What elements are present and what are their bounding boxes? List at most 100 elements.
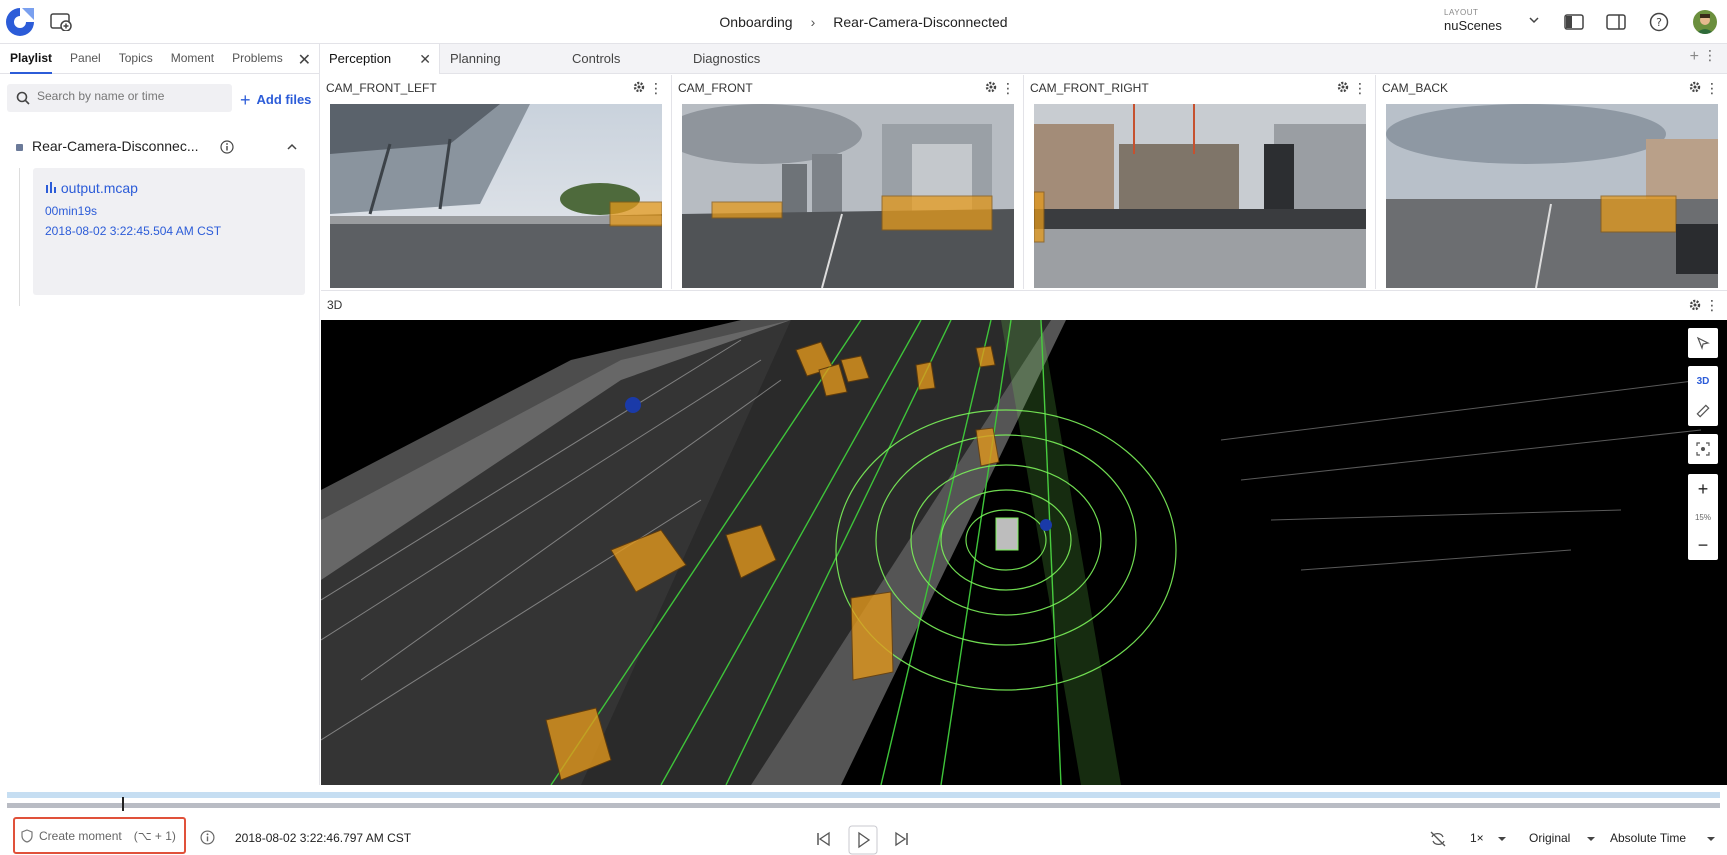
- time-format[interactable]: Absolute Time: [1610, 831, 1686, 845]
- render-mode[interactable]: Original: [1529, 831, 1570, 845]
- skip-back-icon[interactable]: [815, 831, 831, 847]
- chevron-up-icon[interactable]: [286, 142, 298, 152]
- source-color-icon: [16, 144, 23, 151]
- left-sidebar-toggle-icon[interactable]: [1563, 12, 1585, 32]
- camera-title: CAM_FRONT_RIGHT: [1030, 81, 1149, 95]
- panel-tabs-bar: Perception ✕ Planning Controls Diagnosti…: [321, 44, 1727, 74]
- tab-perception-label: Perception: [329, 51, 392, 66]
- camera-image: [330, 104, 662, 288]
- zoom-out-button[interactable]: −: [1688, 530, 1718, 560]
- view-controls: 3D: [1688, 366, 1718, 426]
- panel-header: CAM_FRONT ⋮: [673, 75, 1023, 103]
- info-icon[interactable]: [220, 140, 234, 154]
- playback-speed[interactable]: 1×: [1470, 831, 1484, 845]
- chevron-down-icon[interactable]: [1528, 14, 1540, 26]
- info-icon[interactable]: [200, 830, 215, 845]
- tab-topics[interactable]: Topics: [119, 44, 153, 74]
- chevron-down-icon[interactable]: [1586, 835, 1596, 843]
- svg-text:?: ?: [1656, 16, 1662, 29]
- zoom-in-button[interactable]: +: [1688, 474, 1718, 504]
- close-icon[interactable]: ✕: [298, 50, 311, 70]
- chevron-down-icon[interactable]: [1497, 835, 1507, 843]
- tree-line: [19, 168, 20, 306]
- more-vertical-icon[interactable]: ⋮: [649, 75, 663, 101]
- more-vertical-icon[interactable]: ⋮: [1353, 75, 1367, 101]
- top-bar: Onboarding › Rear-Camera-Disconnected LA…: [0, 0, 1727, 44]
- timeline-track[interactable]: [7, 792, 1720, 798]
- add-files-button[interactable]: + Add files: [240, 90, 311, 111]
- gear-icon[interactable]: [633, 81, 645, 93]
- playback-bar: Create moment (⌥ + 1) 2018-08-02 3:22:46…: [0, 785, 1727, 855]
- tab-moment[interactable]: Moment: [171, 44, 214, 74]
- more-vertical-icon[interactable]: ⋮: [1703, 47, 1717, 64]
- playhead[interactable]: [122, 797, 124, 811]
- tab-playlist[interactable]: Playlist: [10, 44, 53, 74]
- tab-panel[interactable]: Panel: [70, 44, 101, 74]
- gear-icon[interactable]: [985, 81, 997, 93]
- search-input[interactable]: [37, 89, 222, 103]
- skip-forward-icon[interactable]: [894, 831, 910, 847]
- panel-header: CAM_BACK ⋮: [1377, 75, 1727, 103]
- recenter-button[interactable]: [1688, 434, 1718, 464]
- panel-header: CAM_FRONT_RIGHT ⋮: [1025, 75, 1375, 103]
- source-row[interactable]: Rear-Camera-Disconnec...: [16, 138, 306, 160]
- camera-image: [682, 104, 1014, 288]
- zoom-controls: + 15% −: [1688, 474, 1718, 560]
- add-tab-icon[interactable]: +: [1690, 48, 1699, 66]
- panel-3d: 3D ⋮ 3D + 15% −: [321, 290, 1727, 785]
- panel-3d-title: 3D: [327, 298, 343, 312]
- search-icon: [16, 91, 30, 105]
- file-timestamp[interactable]: 2018-08-02 3:22:45.504 AM CST: [45, 224, 221, 238]
- focus-icon: [1688, 434, 1718, 464]
- file-name: output.mcap: [60, 180, 138, 196]
- new-window-icon[interactable]: [50, 13, 72, 31]
- breadcrumb-onboarding[interactable]: Onboarding: [719, 14, 792, 30]
- loop-off-icon[interactable]: [1429, 830, 1447, 848]
- tab-diagnostics[interactable]: Diagnostics: [685, 44, 760, 74]
- search-box: [7, 84, 232, 112]
- play-icon[interactable]: [848, 825, 878, 855]
- gear-icon[interactable]: [1337, 81, 1349, 93]
- panel-header: CAM_FRONT_LEFT ⋮: [321, 75, 671, 103]
- camera-image: [1034, 104, 1366, 288]
- create-moment-label: Create moment: [39, 828, 122, 843]
- gear-icon[interactable]: [1689, 299, 1701, 311]
- camera-panel-back: CAM_BACK ⋮: [1377, 75, 1727, 289]
- 3d-viewport[interactable]: [321, 320, 1727, 785]
- camera-panel-front: CAM_FRONT ⋮: [673, 75, 1024, 289]
- more-vertical-icon[interactable]: ⋮: [1001, 75, 1015, 101]
- plus-icon: +: [240, 90, 251, 110]
- left-sidebar: Playlist Panel Topics Moment Problems ✕ …: [0, 44, 320, 785]
- panel-header: 3D ⋮: [321, 290, 1727, 320]
- zoom-level: 15%: [1694, 512, 1711, 522]
- file-name-row[interactable]: output.mcap: [45, 180, 138, 196]
- tab-planning[interactable]: Planning: [442, 44, 501, 74]
- avatar[interactable]: [1693, 10, 1717, 34]
- breadcrumb-current[interactable]: Rear-Camera-Disconnected: [833, 14, 1007, 30]
- toggle-3d-button[interactable]: 3D: [1688, 366, 1718, 396]
- tab-controls[interactable]: Controls: [564, 44, 620, 74]
- camera-title: CAM_BACK: [1382, 81, 1449, 95]
- shield-icon: [21, 828, 33, 843]
- file-duration: 00min19s: [45, 204, 98, 218]
- more-vertical-icon[interactable]: ⋮: [1705, 291, 1719, 319]
- add-files-label: Add files: [256, 92, 312, 107]
- bar-chart-icon: [46, 182, 56, 193]
- help-icon[interactable]: ?: [1648, 12, 1670, 32]
- app-logo-icon[interactable]: [4, 6, 36, 38]
- tab-problems[interactable]: Problems: [232, 44, 283, 74]
- tab-perception[interactable]: Perception ✕: [321, 44, 440, 74]
- close-tab-icon[interactable]: ✕: [419, 44, 431, 74]
- select-tool-button[interactable]: [1688, 328, 1718, 358]
- more-vertical-icon[interactable]: ⋮: [1705, 75, 1719, 101]
- sidebar-tabs: Playlist Panel Topics Moment Problems ✕: [0, 44, 319, 74]
- current-time[interactable]: 2018-08-02 3:22:46.797 AM CST: [235, 831, 411, 845]
- right-sidebar-toggle-icon[interactable]: [1605, 12, 1627, 32]
- camera-title: CAM_FRONT: [678, 81, 753, 95]
- file-item[interactable]: output.mcap 00min19s 2018-08-02 3:22:45.…: [33, 168, 305, 295]
- ruler-icon[interactable]: [1688, 396, 1718, 426]
- gear-icon[interactable]: [1689, 81, 1701, 93]
- chevron-down-icon[interactable]: [1706, 835, 1716, 843]
- timeline-loaded-track[interactable]: [7, 803, 1720, 808]
- create-moment-button[interactable]: Create moment (⌥ + 1): [13, 817, 186, 854]
